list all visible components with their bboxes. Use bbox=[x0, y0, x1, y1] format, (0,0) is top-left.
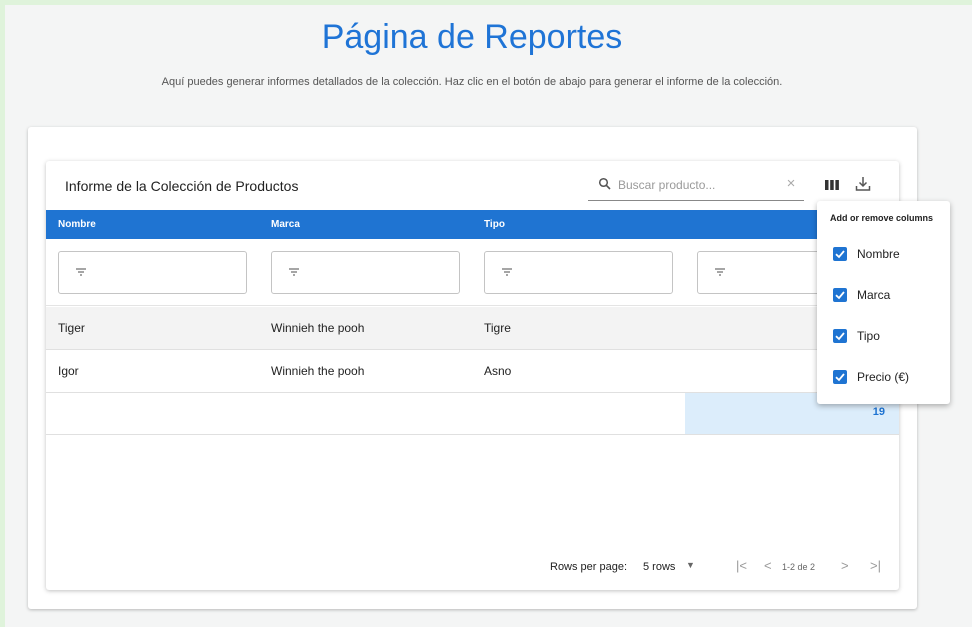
column-header-nombre[interactable]: Nombre bbox=[58, 219, 96, 230]
first-page-icon[interactable]: |< bbox=[736, 559, 747, 573]
column-toggle-marca[interactable]: Marca bbox=[833, 287, 948, 305]
frame-top bbox=[0, 0, 972, 5]
cell-nombre: Tiger bbox=[58, 321, 85, 335]
column-toggle-label: Precio (€) bbox=[857, 370, 910, 384]
column-toggle-tipo[interactable]: Tipo bbox=[833, 328, 948, 346]
table-header: Nombre Marca Tipo bbox=[46, 210, 899, 239]
cell-nombre: Igor bbox=[58, 364, 79, 378]
filter-icon bbox=[502, 268, 512, 276]
checkbox[interactable] bbox=[833, 370, 847, 384]
checkmark-icon bbox=[835, 250, 845, 259]
clear-icon[interactable]: × bbox=[784, 176, 798, 192]
cell-tipo: Tigre bbox=[484, 321, 511, 335]
page-title: Página de Reportes bbox=[321, 18, 623, 56]
column-menu-title: Add or remove columns bbox=[830, 213, 934, 223]
page-description: Aquí puedes generar informes detallados … bbox=[161, 76, 783, 88]
download-icon[interactable] bbox=[854, 175, 872, 193]
column-toggle-label: Tipo bbox=[857, 329, 880, 343]
search-box[interactable]: × bbox=[588, 171, 804, 201]
rows-per-page-select[interactable]: 5 rows bbox=[643, 561, 675, 573]
cell-marca: Winnieh the pooh bbox=[271, 321, 365, 335]
filter-icon bbox=[76, 268, 86, 276]
checkmark-icon bbox=[835, 291, 845, 300]
view-columns-icon[interactable] bbox=[824, 177, 840, 193]
previous-page-icon[interactable]: < bbox=[764, 559, 772, 573]
filter-icon bbox=[715, 268, 725, 276]
table-row[interactable]: Igor Winnieh the pooh Asno bbox=[46, 350, 899, 393]
checkbox[interactable] bbox=[833, 288, 847, 302]
checkmark-icon bbox=[835, 373, 845, 382]
total-value: 19 bbox=[872, 406, 885, 418]
next-page-icon[interactable]: > bbox=[841, 559, 849, 573]
frame-left bbox=[0, 0, 5, 627]
column-toggle-nombre[interactable]: Nombre bbox=[833, 246, 948, 264]
checkbox[interactable] bbox=[833, 247, 847, 261]
report-title: Informe de la Colección de Productos bbox=[65, 178, 299, 194]
total-row: 19 bbox=[46, 393, 899, 435]
column-toggle-label: Marca bbox=[857, 288, 891, 302]
filter-input-nombre[interactable] bbox=[58, 251, 247, 294]
page-range: 1-2 de 2 bbox=[782, 562, 816, 572]
cell-tipo: Asno bbox=[484, 364, 512, 378]
filter-input-marca[interactable] bbox=[271, 251, 460, 294]
checkbox[interactable] bbox=[833, 329, 847, 343]
filter-input-tipo[interactable] bbox=[484, 251, 673, 294]
table-row[interactable]: Tiger Winnieh the pooh Tigre bbox=[46, 307, 899, 350]
rows-per-page-label: Rows per page: bbox=[550, 561, 628, 573]
column-toggle-label: Nombre bbox=[857, 247, 900, 261]
column-visibility-menu: Add or remove columns Nombre Marca Tipo bbox=[817, 201, 950, 404]
last-page-icon[interactable]: >| bbox=[870, 559, 881, 573]
column-toggle-precio[interactable]: Precio (€) bbox=[833, 369, 948, 387]
search-input[interactable] bbox=[618, 175, 778, 195]
cell-marca: Winnieh the pooh bbox=[271, 364, 365, 378]
checkmark-icon bbox=[835, 332, 845, 341]
filter-icon bbox=[289, 268, 299, 276]
pagination: Rows per page: 5 rows ▼ |< < 1-2 de 2 > … bbox=[46, 553, 899, 581]
column-header-tipo[interactable]: Tipo bbox=[484, 219, 505, 230]
dropdown-arrow-icon[interactable]: ▼ bbox=[686, 560, 695, 570]
filter-row bbox=[46, 239, 899, 306]
report-table-card: Informe de la Colección de Productos × N… bbox=[46, 161, 899, 590]
column-header-marca[interactable]: Marca bbox=[271, 219, 300, 230]
search-icon bbox=[598, 177, 611, 190]
